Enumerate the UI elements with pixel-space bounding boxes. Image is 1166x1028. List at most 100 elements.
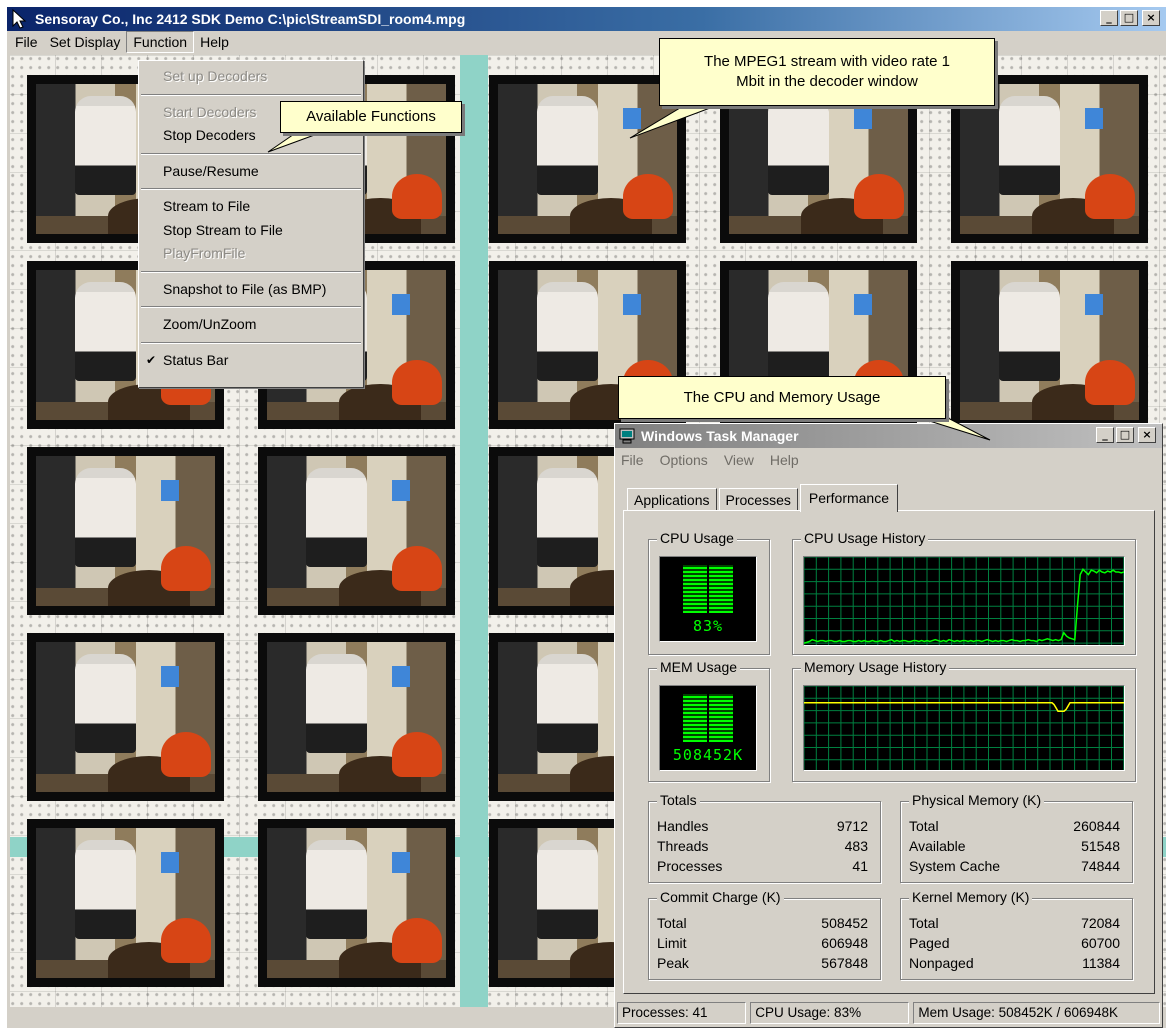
video-decoder-tile bbox=[258, 819, 455, 987]
video-decoder-tile bbox=[258, 447, 455, 615]
commit-charge-group: Commit Charge (K) Total 508452 Limit 60694… bbox=[648, 889, 881, 980]
stat-label: Handles bbox=[657, 818, 709, 834]
menu-file[interactable]: File bbox=[9, 32, 44, 52]
stat-label: Total bbox=[909, 915, 939, 931]
menu-item-pause-resume[interactable]: Pause/Resume bbox=[139, 160, 363, 184]
tab-performance[interactable]: Performance bbox=[799, 484, 899, 512]
demo-minimize-button[interactable]: _ bbox=[1100, 10, 1118, 26]
stat-row: Paged 60700 bbox=[909, 935, 1120, 955]
stat-label: Processes bbox=[657, 858, 723, 874]
callout-text-line2: Mbit in the decoder window bbox=[736, 73, 918, 90]
cpu-usage-value: 83% bbox=[692, 617, 724, 635]
video-decoder-tile bbox=[27, 447, 224, 615]
cursor-app-icon bbox=[12, 9, 27, 29]
menu-separator bbox=[141, 93, 361, 96]
stat-row: Total 260844 bbox=[909, 818, 1120, 838]
checkmark-icon: ✔ bbox=[146, 352, 157, 367]
video-frame bbox=[267, 642, 446, 792]
stat-row: Total 508452 bbox=[657, 915, 868, 935]
poster bbox=[854, 108, 873, 129]
physical-memory-group: Physical Memory (K) Total 260844 Availabl… bbox=[900, 792, 1133, 883]
mem-usage-meter: 508452K bbox=[659, 685, 757, 771]
status-mem: Mem Usage: 508452K / 606948K bbox=[913, 1002, 1160, 1024]
tm-minimize-button[interactable]: _ bbox=[1096, 427, 1114, 443]
stat-label: Paged bbox=[909, 935, 950, 951]
demo-maximize-button[interactable]: □ bbox=[1120, 10, 1138, 26]
stat-label: Available bbox=[909, 838, 966, 854]
stat-row: Handles 9712 bbox=[657, 818, 868, 838]
person bbox=[768, 96, 830, 195]
menu-item-stop-stream-to-file[interactable]: Stop Stream to File bbox=[139, 219, 363, 243]
callout-text-line1: The MPEG1 stream with video rate 1 bbox=[704, 53, 950, 70]
tm-maximize-button[interactable]: □ bbox=[1116, 427, 1134, 443]
stat-value: 74844 bbox=[1081, 858, 1120, 874]
cpu-usage-label: CPU Usage bbox=[657, 530, 737, 546]
stat-label: Threads bbox=[657, 838, 709, 854]
kernel-memory-label: Kernel Memory (K) bbox=[909, 889, 1033, 905]
menu-function[interactable]: Function bbox=[126, 31, 195, 53]
poster bbox=[161, 852, 180, 873]
tm-menu-options[interactable]: Options bbox=[660, 452, 708, 468]
tm-menubar: File Options View Help bbox=[615, 448, 1162, 472]
menu-item-snapshot-to-file-as-bmp[interactable]: Snapshot to File (as BMP) bbox=[139, 278, 363, 302]
poster bbox=[392, 294, 411, 315]
hat bbox=[392, 546, 443, 591]
menu-item-label: Pause/Resume bbox=[163, 162, 259, 179]
demo-title: Sensoray Co., Inc 2412 SDK Demo C:\pic\S… bbox=[35, 11, 466, 27]
tm-menu-view[interactable]: View bbox=[724, 452, 754, 468]
task-manager-title: Windows Task Manager bbox=[641, 428, 799, 444]
person bbox=[537, 654, 599, 753]
kernel-memory-group: Kernel Memory (K) Total 72084 Paged 60700 … bbox=[900, 889, 1133, 980]
menu-set-display[interactable]: Set Display bbox=[44, 32, 127, 52]
task-manager-titlebar[interactable]: Windows Task Manager _ □ × bbox=[615, 424, 1162, 448]
stat-value: 41 bbox=[852, 858, 868, 874]
person bbox=[537, 840, 599, 939]
person bbox=[75, 282, 137, 381]
video-frame bbox=[960, 270, 1139, 420]
mem-history-chart bbox=[803, 685, 1125, 770]
person bbox=[537, 96, 599, 195]
poster bbox=[623, 294, 642, 315]
stat-value: 260844 bbox=[1073, 818, 1120, 834]
poster bbox=[161, 666, 180, 687]
tm-close-button[interactable]: × bbox=[1138, 427, 1156, 443]
performance-panel: CPU Usage 83% CPU Usage History MEM Usag… bbox=[623, 510, 1155, 994]
video-decoder-tile bbox=[27, 819, 224, 987]
cpu-history-group: CPU Usage History bbox=[792, 530, 1136, 655]
stat-row: Nonpaged 11384 bbox=[909, 955, 1120, 975]
video-frame bbox=[36, 828, 215, 978]
person bbox=[537, 468, 599, 567]
stat-value: 60700 bbox=[1081, 935, 1120, 951]
commit-charge-label: Commit Charge (K) bbox=[657, 889, 784, 905]
stat-value: 11384 bbox=[1082, 955, 1120, 971]
menu-item-label: Set up Decoders bbox=[163, 68, 268, 84]
stat-label: Nonpaged bbox=[909, 955, 974, 971]
poster bbox=[392, 852, 411, 873]
tm-menu-file[interactable]: File bbox=[621, 452, 644, 468]
menu-item-stream-to-file[interactable]: Stream to File bbox=[139, 195, 363, 219]
cpu-meter-bars bbox=[683, 565, 733, 613]
person bbox=[75, 96, 137, 195]
tab-applications[interactable]: Applications bbox=[627, 488, 717, 511]
stat-value: 508452 bbox=[821, 915, 868, 931]
menu-item-zoom-unzoom[interactable]: Zoom/UnZoom bbox=[139, 313, 363, 337]
demo-titlebar[interactable]: Sensoray Co., Inc 2412 SDK Demo C:\pic\S… bbox=[7, 7, 1166, 31]
menu-item-status-bar[interactable]: ✔ Status Bar bbox=[139, 349, 363, 373]
poster bbox=[392, 666, 411, 687]
mpeg-stream-callout: The MPEG1 stream with video rate 1 Mbit … bbox=[659, 38, 995, 106]
stat-row: Peak 567848 bbox=[657, 955, 868, 975]
stat-value: 606948 bbox=[821, 935, 868, 951]
menu-item-label: Stream to File bbox=[163, 198, 251, 214]
hat bbox=[392, 174, 443, 219]
hat bbox=[623, 174, 674, 219]
stat-row: Processes 41 bbox=[657, 858, 868, 878]
menu-item-label: Start Decoders bbox=[163, 103, 257, 120]
menu-help[interactable]: Help bbox=[194, 32, 235, 52]
person bbox=[75, 654, 137, 753]
tab-processes[interactable]: Processes bbox=[718, 488, 798, 511]
cpu-usage-group: CPU Usage 83% bbox=[648, 530, 770, 655]
person bbox=[537, 282, 599, 381]
demo-close-button[interactable]: × bbox=[1142, 10, 1160, 26]
tm-menu-help[interactable]: Help bbox=[770, 452, 799, 468]
status-cpu: CPU Usage: 83% bbox=[750, 1002, 910, 1024]
